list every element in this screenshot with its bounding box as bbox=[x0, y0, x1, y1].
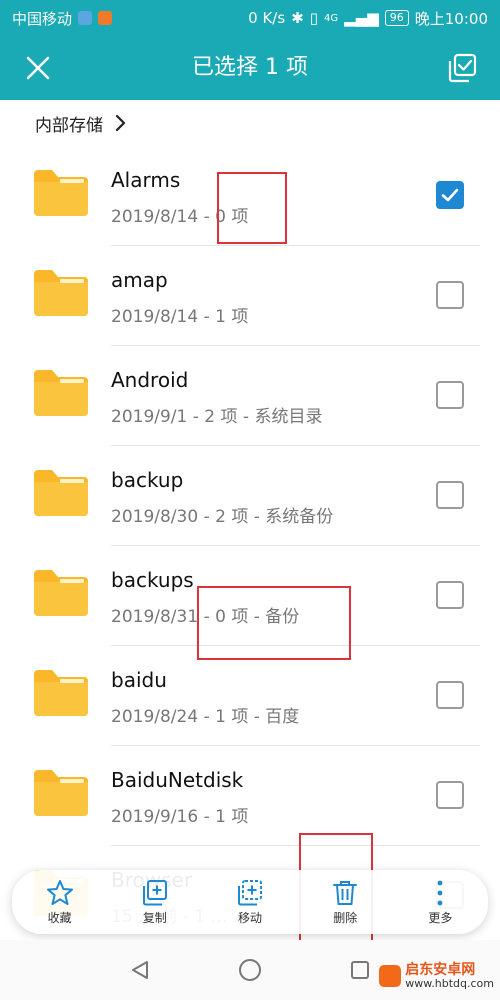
file-checkbox[interactable] bbox=[436, 381, 464, 409]
network-type: 4G bbox=[324, 12, 339, 24]
page-title: 已选择 1 项 bbox=[192, 55, 308, 80]
more-label: 更多 bbox=[428, 910, 453, 925]
bottom-action-bar: 收藏 复制 移动 删除 更多 bbox=[12, 870, 488, 934]
delete-label: 删除 bbox=[333, 910, 358, 925]
file-name: BaiduNetdisk bbox=[111, 768, 244, 792]
chevron-right-icon bbox=[115, 114, 126, 132]
file-name: backups bbox=[111, 568, 194, 592]
file-checkbox[interactable] bbox=[436, 281, 464, 309]
watermark-title: 启东安卓网 bbox=[405, 962, 476, 978]
file-checkbox[interactable] bbox=[436, 681, 464, 709]
clock: 晚上10:00 bbox=[414, 9, 488, 28]
copy-button[interactable]: 复制 bbox=[107, 879, 202, 926]
file-name: backup bbox=[111, 468, 184, 492]
file-meta: 2019/8/14 - 1 项 bbox=[111, 307, 249, 327]
more-button[interactable]: 更多 bbox=[393, 879, 488, 926]
file-name: Alarms bbox=[111, 168, 181, 192]
file-checkbox[interactable] bbox=[436, 781, 464, 809]
copy-icon bbox=[142, 879, 167, 905]
recents-button[interactable] bbox=[345, 955, 375, 985]
watermark: 启东安卓网 www.hbtdq.com bbox=[379, 962, 494, 990]
vibrate-icon: ▯ bbox=[309, 9, 319, 27]
file-row[interactable]: Android 2019/9/1 - 2 项 - 系统目录 bbox=[0, 346, 500, 446]
app-bar: 已选择 1 项 bbox=[0, 36, 500, 100]
copy-label: 复制 bbox=[142, 910, 167, 925]
file-meta: 2019/9/16 - 1 项 bbox=[111, 807, 249, 827]
folder-icon bbox=[34, 770, 88, 816]
bluetooth-icon: ✱ bbox=[291, 9, 304, 27]
video-app-icon bbox=[98, 11, 113, 25]
carrier-label: 中国移动 bbox=[12, 9, 73, 28]
recents-square-icon bbox=[351, 961, 369, 979]
move-button[interactable]: 移动 bbox=[202, 879, 297, 926]
folder-icon bbox=[34, 670, 88, 716]
file-meta: 2019/8/24 - 1 项 - 百度 bbox=[111, 707, 300, 727]
delete-button[interactable]: 删除 bbox=[298, 879, 393, 926]
status-bar: 中国移动 0 K/s ✱ ▯ 4G ▂▄▆ 96 晚上10:00 bbox=[0, 0, 500, 36]
file-checkbox[interactable] bbox=[436, 581, 464, 609]
file-name: baidu bbox=[111, 668, 167, 692]
select-all-icon bbox=[448, 53, 477, 83]
file-row[interactable]: BaiduNetdisk 2019/9/16 - 1 项 bbox=[0, 746, 500, 846]
checkmark-icon bbox=[441, 188, 459, 202]
file-name: amap bbox=[111, 268, 168, 292]
more-vertical-icon bbox=[438, 880, 443, 905]
watermark-url: www.hbtdq.com bbox=[405, 977, 494, 990]
file-row[interactable]: backup 2019/8/30 - 2 项 - 系统备份 bbox=[0, 446, 500, 546]
file-list: Alarms 2019/8/14 - 0 项 amap 2019/8/14 - 1 项… bbox=[0, 146, 500, 946]
breadcrumb[interactable]: 内部存储 bbox=[0, 100, 500, 146]
back-button[interactable] bbox=[125, 955, 155, 985]
file-meta: 2019/8/30 - 2 项 - 系统备份 bbox=[111, 507, 334, 527]
breadcrumb-label: 内部存储 bbox=[35, 115, 103, 136]
move-label: 移动 bbox=[238, 910, 263, 925]
file-meta: 2019/8/31 - 0 项 - 备份 bbox=[111, 607, 300, 627]
folder-icon bbox=[34, 570, 88, 616]
network-speed: 0 K/s bbox=[248, 9, 286, 27]
file-name: Android bbox=[111, 368, 189, 392]
folder-icon bbox=[34, 470, 88, 516]
file-meta: 2019/8/14 - 0 项 bbox=[111, 207, 249, 227]
watermark-logo bbox=[379, 965, 402, 987]
file-row[interactable]: baidu 2019/8/24 - 1 项 - 百度 bbox=[0, 646, 500, 746]
battery-indicator: 96 bbox=[384, 10, 409, 26]
star-icon bbox=[46, 879, 73, 905]
folder-icon bbox=[34, 170, 88, 216]
back-triangle-icon bbox=[132, 961, 148, 979]
folder-icon bbox=[34, 370, 88, 416]
file-row[interactable]: backups 2019/8/31 - 0 项 - 备份 bbox=[0, 546, 500, 646]
trash-icon bbox=[333, 880, 358, 905]
notification-icon bbox=[78, 11, 93, 25]
file-checkbox[interactable] bbox=[436, 181, 464, 209]
move-icon bbox=[238, 879, 262, 905]
signal-icon: ▂▄▆ bbox=[344, 9, 379, 27]
file-meta: 2019/9/1 - 2 项 - 系统目录 bbox=[111, 407, 323, 427]
home-button[interactable] bbox=[235, 955, 265, 985]
file-row[interactable]: amap 2019/8/14 - 1 项 bbox=[0, 246, 500, 346]
file-row[interactable]: Alarms 2019/8/14 - 0 项 bbox=[0, 146, 500, 246]
folder-icon bbox=[34, 270, 88, 316]
select-all-button[interactable] bbox=[442, 48, 482, 88]
home-circle-icon bbox=[239, 959, 261, 981]
favorite-button[interactable]: 收藏 bbox=[12, 879, 107, 926]
file-checkbox[interactable] bbox=[436, 481, 464, 509]
favorite-label: 收藏 bbox=[47, 910, 72, 925]
